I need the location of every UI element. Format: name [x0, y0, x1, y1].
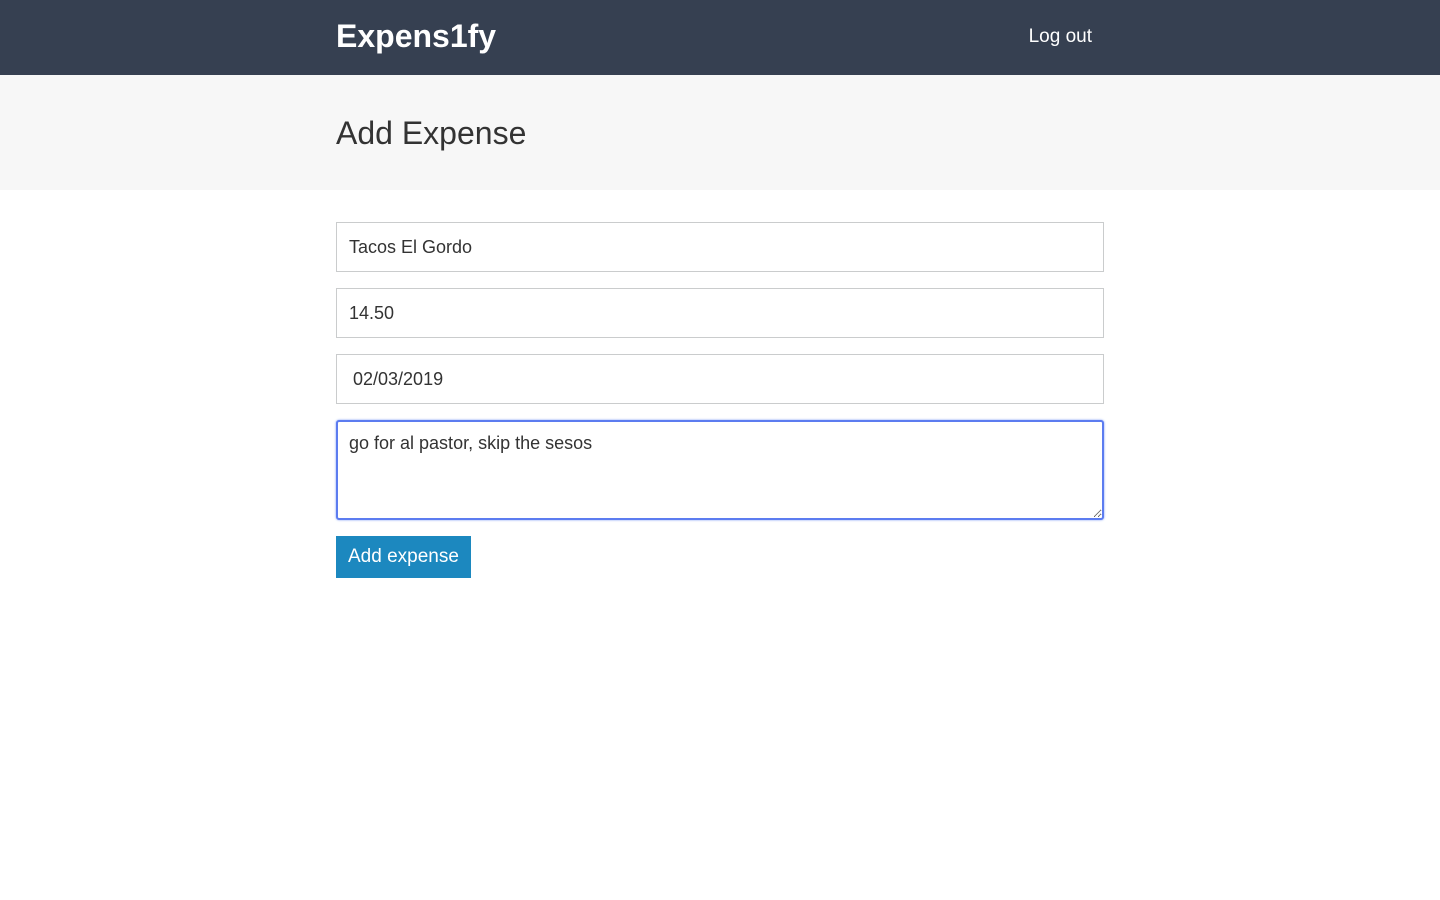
- description-input[interactable]: [336, 222, 1104, 272]
- page-header: Add Expense: [0, 75, 1440, 190]
- expense-form-container: go for al pastor, skip the sesos Add exp…: [336, 190, 1104, 578]
- date-picker-input[interactable]: [336, 354, 1104, 404]
- amount-input[interactable]: [336, 288, 1104, 338]
- app-header: Expens1fy Log out: [0, 0, 1440, 75]
- add-expense-button[interactable]: Add expense: [336, 536, 471, 578]
- page-title: Add Expense: [336, 115, 527, 151]
- note-textarea[interactable]: go for al pastor, skip the sesos: [336, 420, 1104, 520]
- header-container: Expens1fy Log out: [336, 0, 1104, 75]
- logout-button[interactable]: Log out: [1017, 26, 1104, 48]
- brand-link[interactable]: Expens1fy: [336, 18, 496, 55]
- page-header-container: Add Expense: [336, 75, 1104, 190]
- expense-form: go for al pastor, skip the sesos Add exp…: [336, 222, 1104, 578]
